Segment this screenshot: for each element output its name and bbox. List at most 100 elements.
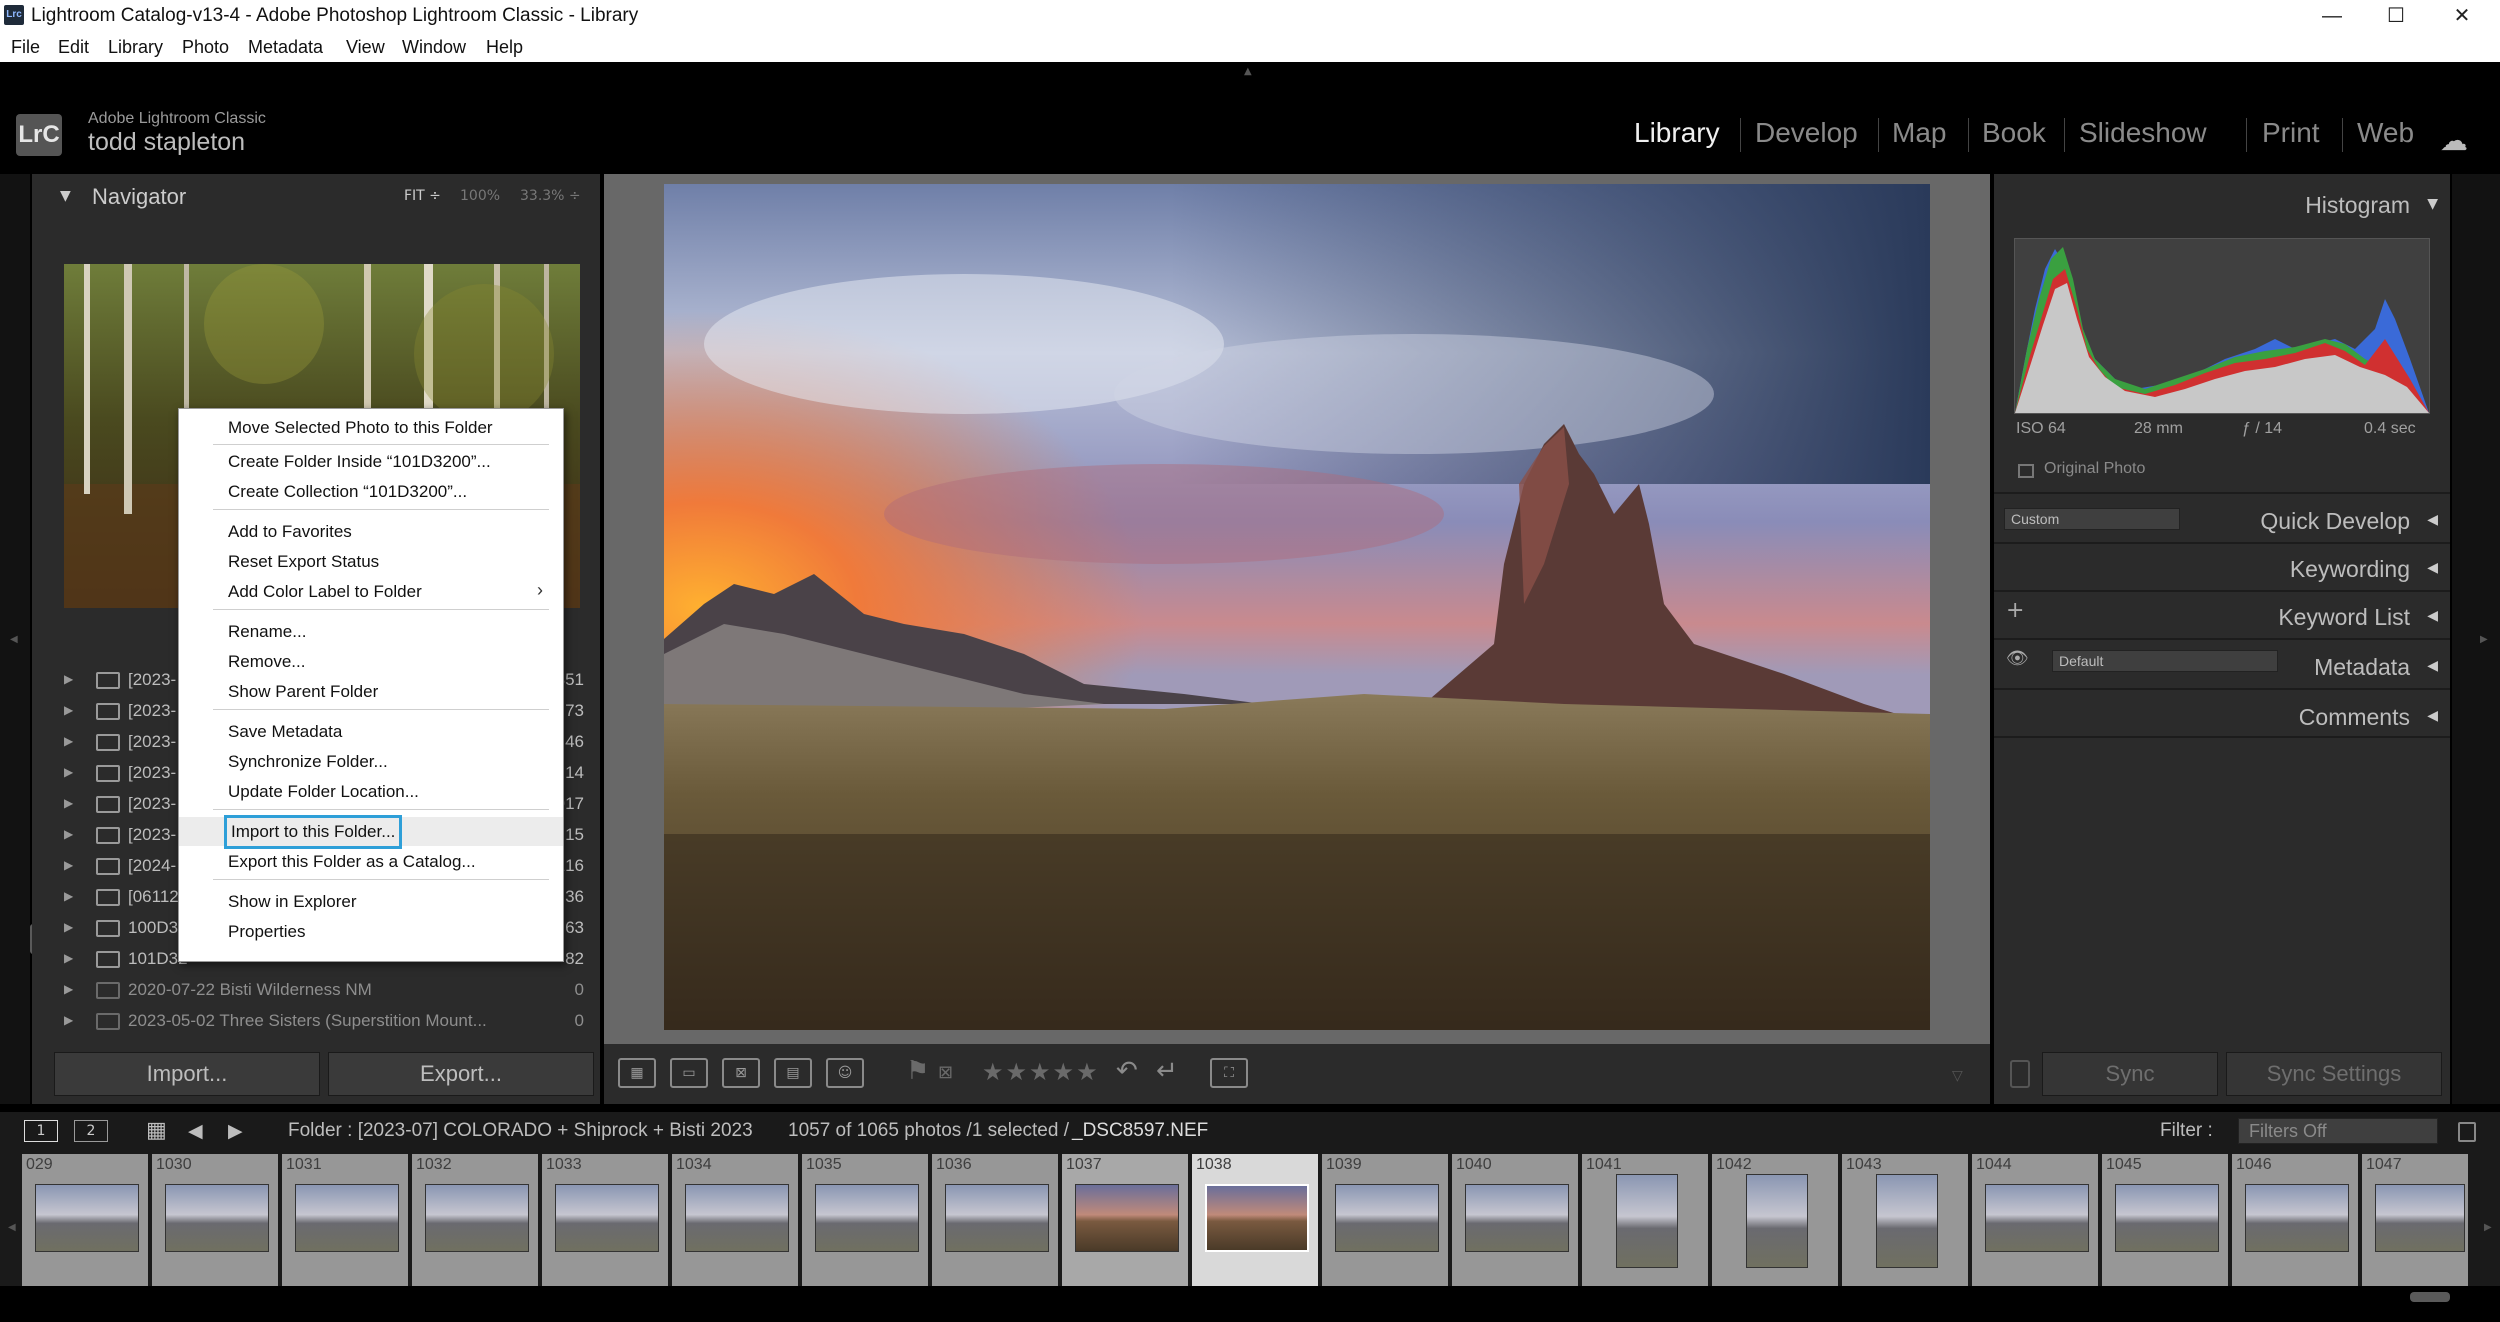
thumbnail[interactable] — [1746, 1174, 1808, 1268]
filmstrip-cell[interactable]: 1036 — [932, 1154, 1060, 1286]
sync-button[interactable]: Sync — [2042, 1052, 2218, 1096]
thumbnail[interactable] — [2375, 1184, 2465, 1252]
menu-item-create-folder-inside[interactable]: Create Folder Inside “101D3200”... — [179, 447, 563, 476]
top-panel-toggle-icon[interactable]: ▲ — [1244, 66, 1252, 77]
module-library[interactable]: Library — [1634, 117, 1720, 149]
filmstrip-cell[interactable]: 1043 — [1842, 1154, 1970, 1286]
filmstrip-cell[interactable]: 1032 — [412, 1154, 540, 1286]
cloud-icon[interactable]: ☁ — [2440, 124, 2468, 157]
zoom-33[interactable]: 33.3% ÷ — [520, 188, 581, 204]
maximize-button[interactable]: ☐ — [2364, 0, 2428, 32]
filmstrip-source[interactable]: Folder : [2023-07] COLORADO + Shiprock +… — [288, 1120, 753, 1142]
menu-item-create-collection[interactable]: Create Collection “101D3200”... — [179, 477, 563, 506]
folder-row[interactable]: ▶ 2023-05-02 Three Sisters (Superstition… — [32, 1007, 600, 1038]
menu-file[interactable]: File — [11, 37, 40, 58]
original-photo-checkbox[interactable] — [2018, 464, 2034, 478]
expand-triangle-icon[interactable]: ▶ — [64, 672, 73, 686]
thumbnail[interactable] — [1465, 1184, 1569, 1252]
thumbnail[interactable] — [1335, 1184, 1439, 1252]
thumbnail[interactable] — [2115, 1184, 2219, 1252]
expand-triangle-icon[interactable]: ▶ — [64, 734, 73, 748]
loupe-view-icon[interactable]: ▭ — [670, 1058, 708, 1088]
survey-view-icon[interactable]: ▤ — [774, 1058, 812, 1088]
expand-triangle-icon[interactable]: ◀ — [2427, 708, 2438, 724]
filmstrip-cell[interactable]: 1031 — [282, 1154, 410, 1286]
filmstrip-cell[interactable]: 1047 — [2362, 1154, 2470, 1286]
expand-triangle-icon[interactable]: ▶ — [64, 1013, 73, 1027]
menu-item-import-to-folder[interactable]: Import to this Folder... — [179, 815, 563, 849]
menu-photo[interactable]: Photo — [182, 37, 229, 58]
folder-row[interactable]: ▶ 2020-07-22 Bisti Wilderness NM 0 — [32, 976, 600, 1007]
histogram-header[interactable]: Histogram ▼ — [1994, 182, 2450, 226]
collapse-triangle-icon[interactable]: ▼ — [2427, 196, 2438, 212]
menu-item-remove[interactable]: Remove... — [179, 647, 563, 676]
toolbar-menu-chevron-icon[interactable]: ▽ — [1952, 1068, 1963, 1084]
close-button[interactable]: ✕ — [2430, 0, 2494, 32]
back-arrow-icon[interactable]: ◀ — [188, 1120, 203, 1143]
thumbnail[interactable] — [2245, 1184, 2349, 1252]
filmstrip-cell[interactable]: 1042 — [1712, 1154, 1840, 1286]
thumbnail[interactable] — [165, 1184, 269, 1252]
filmstrip-cell[interactable]: 1034 — [672, 1154, 800, 1286]
expand-triangle-icon[interactable]: ◀ — [2427, 512, 2438, 528]
thumbnail[interactable] — [295, 1184, 399, 1252]
expand-triangle-icon[interactable]: ▶ — [64, 858, 73, 872]
minimize-button[interactable]: — — [2300, 0, 2364, 32]
filmstrip-cell[interactable]: 1040 — [1452, 1154, 1580, 1286]
filmstrip-cell[interactable]: 1039 — [1322, 1154, 1450, 1286]
rotate-right-icon[interactable]: ↵ — [1156, 1056, 1178, 1086]
filmstrip-cell[interactable]: 1030 — [152, 1154, 280, 1286]
filmstrip-cell[interactable]: 1037 — [1062, 1154, 1190, 1286]
grid-view-icon[interactable]: ▦ — [618, 1058, 656, 1088]
menu-edit[interactable]: Edit — [58, 37, 89, 58]
expand-triangle-icon[interactable]: ▶ — [64, 951, 73, 965]
thumbnail[interactable] — [555, 1184, 659, 1252]
import-button[interactable]: Import... — [54, 1052, 320, 1096]
keyword-list-header[interactable]: Keyword List ◀ — [1994, 594, 2450, 638]
rotate-left-icon[interactable]: ↶ — [1116, 1056, 1138, 1086]
flag-pick-icon[interactable]: ⚑ — [906, 1056, 929, 1086]
secondary-screen-button[interactable]: 2 — [74, 1120, 108, 1142]
star-rating[interactable]: ★★★★★ — [982, 1058, 1100, 1086]
filmstrip-scroll-left-icon[interactable]: ◀ — [8, 1222, 16, 1233]
crop-overlay-icon[interactable]: ⛶ — [1210, 1058, 1248, 1088]
thumbnail[interactable] — [1985, 1184, 2089, 1252]
filmstrip-cell[interactable]: 1044 — [1972, 1154, 2100, 1286]
menu-item-show-in-explorer[interactable]: Show in Explorer — [179, 887, 563, 916]
right-panel-edge[interactable]: ▶ — [2452, 174, 2500, 1104]
module-print[interactable]: Print — [2262, 117, 2320, 149]
menu-window[interactable]: Window — [402, 37, 466, 58]
module-slideshow[interactable]: Slideshow — [2079, 117, 2207, 149]
filmstrip-scrollbar[interactable] — [2410, 1292, 2450, 1302]
module-web[interactable]: Web — [2357, 117, 2414, 149]
zoom-100[interactable]: 100% — [460, 188, 500, 204]
expand-triangle-icon[interactable]: ▶ — [64, 796, 73, 810]
expand-triangle-icon[interactable]: ▶ — [64, 765, 73, 779]
menu-item-add-to-favorites[interactable]: Add to Favorites — [179, 517, 563, 546]
sync-settings-button[interactable]: Sync Settings — [2226, 1052, 2442, 1096]
expand-triangle-icon[interactable]: ▶ — [64, 920, 73, 934]
people-view-icon[interactable]: ☺ — [826, 1058, 864, 1088]
expand-triangle-icon[interactable]: ▶ — [64, 703, 73, 717]
menu-item-reset-export-status[interactable]: Reset Export Status — [179, 547, 563, 576]
menu-item-save-metadata[interactable]: Save Metadata — [179, 717, 563, 746]
thumbnail[interactable] — [1876, 1174, 1938, 1268]
expand-triangle-icon[interactable]: ▶ — [64, 827, 73, 841]
menu-library[interactable]: Library — [108, 37, 163, 58]
thumbnail[interactable] — [425, 1184, 529, 1252]
filmstrip-scroll-right-icon[interactable]: ▶ — [2484, 1222, 2492, 1233]
compare-view-icon[interactable]: ⊠ — [722, 1058, 760, 1088]
menu-item-properties[interactable]: Properties — [179, 917, 563, 946]
module-map[interactable]: Map — [1892, 117, 1946, 149]
thumbnail[interactable] — [35, 1184, 139, 1252]
comments-header[interactable]: Comments ◀ — [1994, 694, 2450, 738]
menu-item-add-color-label[interactable]: Add Color Label to Folder › — [179, 577, 563, 606]
flag-reject-icon[interactable]: ⊠ — [938, 1062, 953, 1083]
left-panel-toggle-icon[interactable]: ◀ — [10, 634, 18, 645]
filmstrip-cell-selected[interactable]: 1038 — [1192, 1154, 1320, 1286]
filmstrip-cell[interactable]: 1046 — [2232, 1154, 2360, 1286]
expand-triangle-icon[interactable]: ◀ — [2427, 560, 2438, 576]
filmstrip-cell[interactable]: 029 — [22, 1154, 150, 1286]
menu-item-synchronize-folder[interactable]: Synchronize Folder... — [179, 747, 563, 776]
menu-item-move-selected-photo[interactable]: Move Selected Photo to this Folder — [179, 413, 563, 442]
